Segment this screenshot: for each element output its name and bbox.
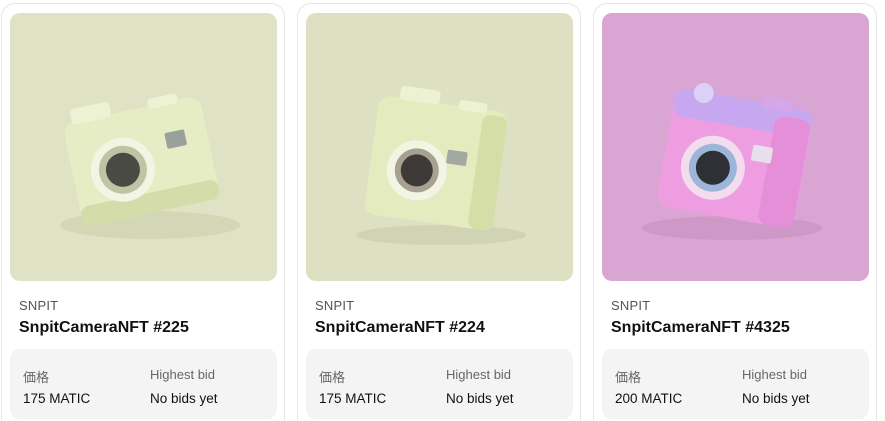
price-value: 175 MATIC (23, 391, 91, 406)
camera-image (10, 13, 277, 281)
camera-image (306, 13, 573, 281)
price-value: 200 MATIC (615, 391, 683, 406)
price-panel: 価格 175 MATIC Highest bid No bids yet (10, 349, 277, 419)
collection-name: SNPIT (611, 298, 651, 313)
highest-bid-label: Highest bid (742, 367, 808, 382)
collection-name: SNPIT (315, 298, 355, 313)
price-label: 価格 (23, 370, 50, 385)
price-label: 価格 (319, 370, 346, 385)
nft-card-grid: SNPIT SnpitCameraNFT #225 価格 175 MATIC H… (0, 0, 885, 421)
nft-card[interactable]: SNPIT SnpitCameraNFT #224 価格 175 MATIC H… (297, 3, 581, 421)
price-panel: 価格 175 MATIC Highest bid No bids yet (306, 349, 573, 419)
highest-bid-value: No bids yet (742, 391, 810, 406)
nft-name[interactable]: SnpitCameraNFT #224 (315, 319, 485, 337)
highest-bid-label: Highest bid (446, 367, 512, 382)
nft-card[interactable]: SNPIT SnpitCameraNFT #225 価格 175 MATIC H… (1, 3, 285, 421)
nft-name[interactable]: SnpitCameraNFT #225 (19, 319, 189, 337)
camera-image (602, 13, 869, 281)
nft-image[interactable] (602, 13, 869, 281)
price-value: 175 MATIC (319, 391, 387, 406)
nft-image[interactable] (306, 13, 573, 281)
highest-bid-value: No bids yet (150, 391, 218, 406)
nft-card[interactable]: SNPIT SnpitCameraNFT #4325 価格 200 MATIC … (593, 3, 877, 421)
collection-name: SNPIT (19, 298, 59, 313)
nft-name[interactable]: SnpitCameraNFT #4325 (611, 319, 790, 337)
price-panel: 価格 200 MATIC Highest bid No bids yet (602, 349, 869, 419)
highest-bid-value: No bids yet (446, 391, 514, 406)
highest-bid-label: Highest bid (150, 367, 216, 382)
price-label: 価格 (615, 370, 642, 385)
nft-image[interactable] (10, 13, 277, 281)
